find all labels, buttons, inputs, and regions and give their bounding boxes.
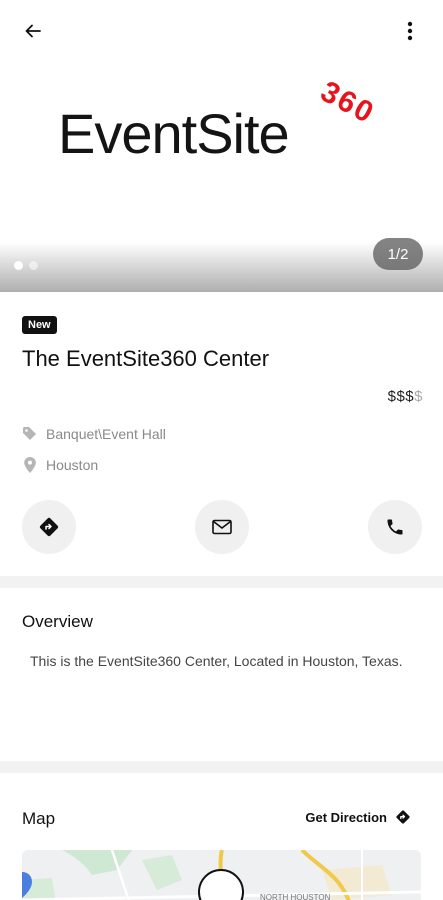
map-heading: Map [22, 809, 56, 828]
tag-icon [22, 426, 38, 442]
price-level: $$$$ [388, 388, 423, 405]
directions-icon [396, 810, 410, 824]
gallery-pager: 1/2 [373, 238, 423, 270]
logo-text: EventSite [58, 102, 290, 165]
phone-icon [387, 519, 403, 535]
gallery-dots [14, 261, 38, 270]
call-button[interactable] [368, 500, 422, 554]
directions-button[interactable] [22, 500, 76, 554]
price-inactive: $ [414, 388, 423, 405]
location-row: Houston [22, 457, 98, 473]
location-label: Houston [46, 457, 99, 473]
overview-card: Overview This is the EventSite360 Center… [0, 588, 443, 761]
gallery-dot[interactable] [29, 261, 38, 270]
category-label: Banquet\Event Hall [46, 426, 166, 442]
get-direction-label: Get Direction [305, 809, 387, 825]
map-tiles: NORTH HOUSTON [22, 850, 421, 900]
arrow-left-icon [25, 24, 41, 38]
eventsite360-logo: EventSite 360 [58, 82, 380, 172]
gallery-dot[interactable] [14, 261, 23, 270]
logo-number: 360 [315, 82, 380, 130]
map-pin-icon [22, 457, 38, 473]
price-active: $$$ [387, 388, 415, 405]
category-row: Banquet\Event Hall [22, 426, 166, 442]
mail-icon [212, 519, 232, 535]
more-vertical-icon [407, 21, 413, 41]
new-badge: New [22, 316, 57, 334]
map-view[interactable]: NORTH HOUSTON [22, 850, 421, 900]
back-button[interactable] [16, 14, 50, 48]
listing-card: New The EventSite360 Center $$$$ Banquet… [0, 292, 443, 576]
email-button[interactable] [195, 500, 249, 554]
get-direction-button[interactable]: Get Direction [305, 809, 411, 825]
logo-360-mark: 360 [315, 82, 380, 130]
map-area-label: NORTH HOUSTON [260, 893, 331, 900]
overview-description: This is the EventSite360 Center, Located… [30, 653, 403, 669]
map-card: Map Get Direction NORTH HOUSTON [0, 773, 443, 900]
directions-icon [39, 517, 59, 537]
venue-title: The EventSite360 Center [22, 346, 270, 371]
more-options-button[interactable] [393, 14, 427, 48]
image-gallery[interactable]: EventSite 360 1/2 [0, 0, 443, 292]
overview-heading: Overview [22, 612, 93, 631]
